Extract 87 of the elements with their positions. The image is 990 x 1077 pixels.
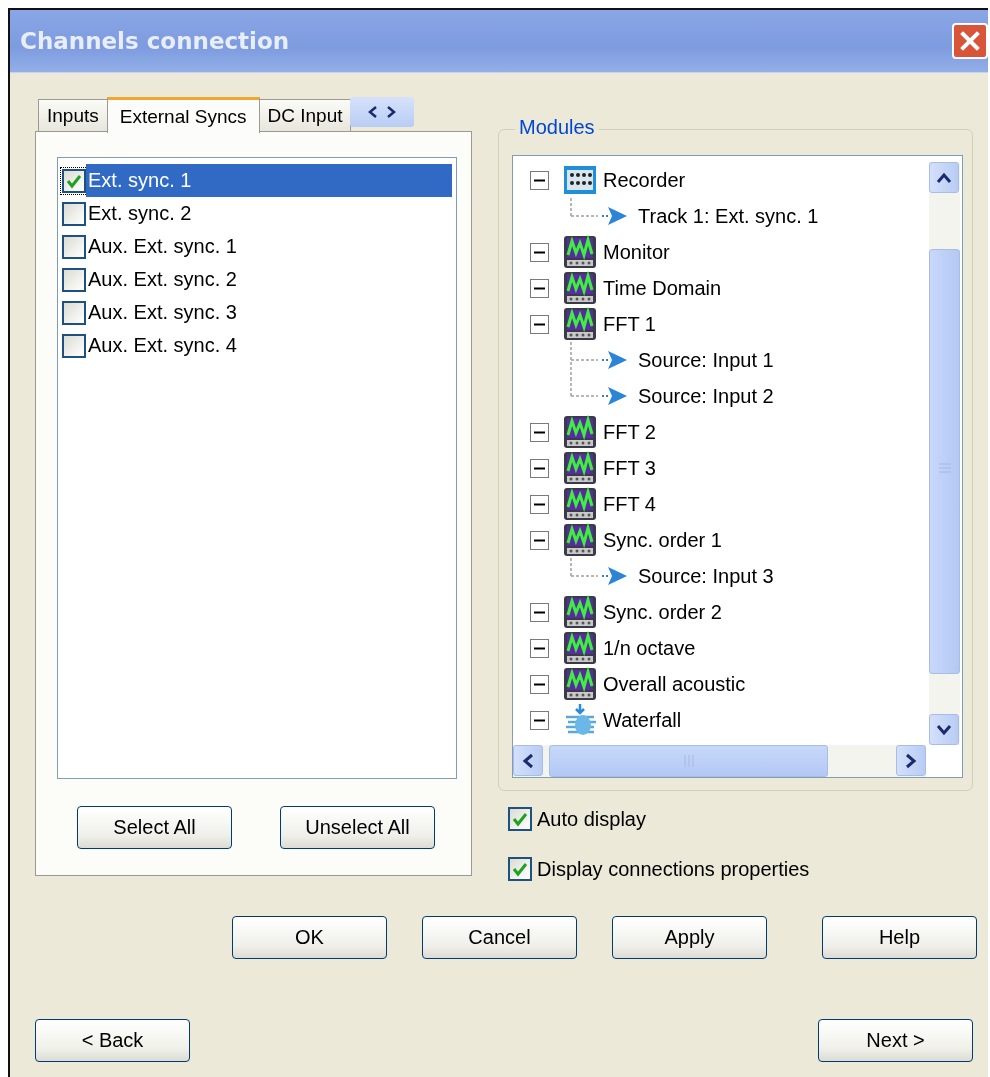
list-item[interactable]: Aux. Ext. sync. 3 [86, 296, 456, 329]
waveform-icon [563, 523, 597, 557]
button[interactable]: Next > [818, 1019, 973, 1062]
check-icon [511, 810, 529, 828]
tree-item[interactable]: Sync. order 2 [603, 600, 722, 624]
tree-item[interactable]: Recorder [603, 168, 686, 192]
tree-item[interactable]: Waterfall [603, 708, 682, 732]
expand-toggle[interactable] [530, 278, 549, 298]
waveform-icon [563, 307, 597, 341]
waterfall-icon [563, 703, 597, 737]
tree-item[interactable]: FFT 2 [603, 420, 656, 444]
check-icon [511, 860, 529, 878]
horizontal-scrollbar[interactable] [513, 745, 926, 777]
tree-item[interactable]: Overall acoustic [603, 672, 746, 696]
tree-connector-line [570, 198, 598, 217]
checkbox-label: Auto display [537, 807, 646, 831]
expand-toggle[interactable] [530, 602, 549, 622]
checkbox[interactable] [62, 333, 86, 358]
tree-item[interactable]: FFT 4 [603, 492, 656, 516]
vertical-scrollbar[interactable] [929, 162, 960, 745]
list-item[interactable]: Ext. sync. 1 [86, 164, 452, 197]
close-icon [959, 30, 981, 52]
waveform-icon [563, 631, 597, 665]
waveform-icon [563, 235, 597, 269]
waveform-icon [563, 415, 597, 449]
arrow-icon [600, 384, 628, 408]
scroll-right-button[interactable] [896, 745, 926, 776]
expand-toggle[interactable] [530, 674, 549, 694]
checkbox-label: Display connections properties [537, 857, 810, 881]
checkbox[interactable] [62, 300, 86, 325]
scroll-thumb[interactable] [549, 745, 828, 777]
tree-connector-line [570, 558, 598, 577]
scroll-left-button[interactable] [513, 745, 543, 776]
tab[interactable]: External Syncs [106, 97, 260, 133]
checkbox[interactable] [508, 807, 532, 831]
button[interactable]: Unselect All [280, 806, 435, 849]
expand-toggle[interactable] [530, 422, 549, 442]
checkbox[interactable] [508, 857, 532, 881]
expand-toggle[interactable] [530, 494, 549, 514]
tab[interactable]: DC Input [258, 99, 352, 131]
tree-item[interactable]: FFT 1 [603, 312, 656, 336]
list-item[interactable]: Aux. Ext. sync. 1 [86, 230, 456, 263]
waveform-icon [563, 487, 597, 521]
recorder-icon [563, 163, 597, 197]
tree-item[interactable]: Source: Input 3 [638, 564, 774, 588]
button[interactable]: Cancel [422, 916, 577, 959]
expand-toggle[interactable] [530, 710, 549, 730]
tree-item[interactable]: FFT 3 [603, 456, 656, 480]
arrow-icon [600, 564, 628, 588]
button[interactable]: OK [232, 916, 387, 959]
tree-item[interactable]: 1/n octave [603, 636, 696, 660]
expand-toggle[interactable] [530, 458, 549, 478]
checkbox[interactable] [62, 168, 86, 193]
waveform-icon [563, 271, 597, 305]
tree-item[interactable]: Sync. order 1 [603, 528, 722, 552]
expand-toggle[interactable] [530, 170, 549, 190]
waveform-icon [563, 451, 597, 485]
checkbox[interactable] [62, 234, 86, 259]
close-button[interactable] [952, 23, 988, 59]
arrow-icon [600, 204, 628, 228]
scroll-up-button[interactable] [929, 162, 959, 193]
button[interactable]: < Back [35, 1019, 190, 1062]
expand-toggle[interactable] [530, 314, 549, 334]
checkbox[interactable] [62, 267, 86, 292]
tab[interactable]: Inputs [38, 99, 108, 131]
window-title: Channels connection [20, 28, 290, 54]
tree-item[interactable]: Monitor [603, 240, 670, 264]
checkbox[interactable] [62, 201, 86, 226]
expand-toggle[interactable] [530, 638, 549, 658]
list-item[interactable]: Aux. Ext. sync. 2 [86, 263, 456, 296]
scroll-thumb[interactable] [929, 249, 960, 674]
tab-scroll-control[interactable] [350, 97, 415, 127]
expand-toggle[interactable] [530, 242, 549, 262]
arrow-icon [600, 348, 628, 372]
list-item[interactable]: Ext. sync. 2 [86, 197, 456, 230]
button[interactable]: Apply [612, 916, 767, 959]
button[interactable]: Help [822, 916, 977, 959]
tree-item[interactable]: Source: Input 1 [638, 348, 774, 372]
tree-item[interactable]: Track 1: Ext. sync. 1 [638, 204, 819, 228]
scroll-down-button[interactable] [929, 714, 959, 745]
button[interactable]: Select All [77, 806, 232, 849]
waveform-icon [563, 595, 597, 629]
tree-item[interactable]: Time Domain [603, 276, 722, 300]
tree-item[interactable]: Source: Input 2 [638, 384, 774, 408]
expand-toggle[interactable] [530, 530, 549, 550]
waveform-icon [563, 667, 597, 701]
list-item[interactable]: Aux. Ext. sync. 4 [86, 329, 456, 362]
